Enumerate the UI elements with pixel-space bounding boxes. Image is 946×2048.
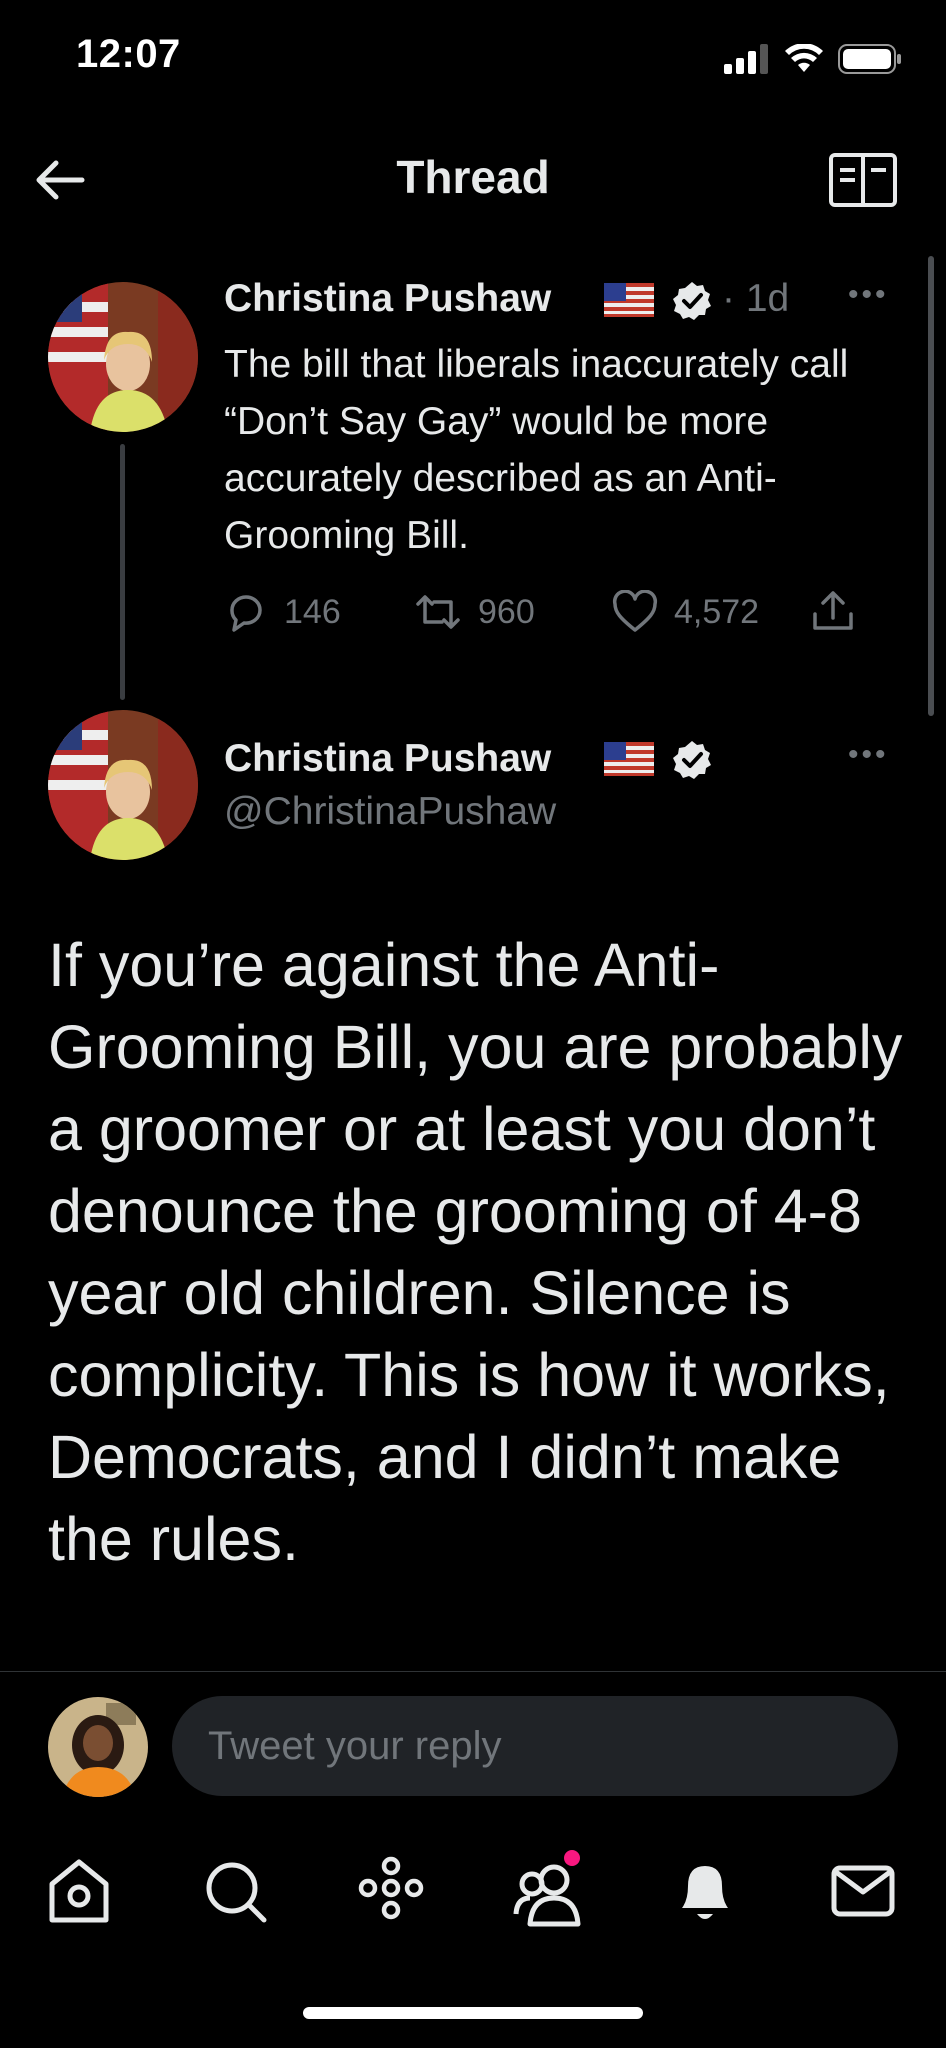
status-icons xyxy=(724,40,902,78)
reply-input[interactable]: Tweet your reply xyxy=(172,1696,898,1796)
more-options-icon[interactable]: ••• xyxy=(848,278,889,312)
communities-icon[interactable] xyxy=(512,1850,588,1930)
retweet-count: 960 xyxy=(478,592,535,631)
page-title: Thread xyxy=(396,151,550,203)
scrollbar[interactable] xyxy=(928,256,934,716)
divider xyxy=(0,1671,946,1672)
status-time: 12:07 xyxy=(76,32,181,76)
like-button[interactable]: 4,572 xyxy=(612,588,759,636)
reply-icon xyxy=(230,595,262,632)
thread-connector xyxy=(120,444,125,700)
tweet-actions: 146 960 4,572 xyxy=(224,588,864,636)
us-flag-icon xyxy=(604,283,654,317)
reply-button[interactable]: 146 xyxy=(224,588,341,636)
cellular-signal-icon xyxy=(724,44,768,74)
reply-count: 146 xyxy=(284,592,341,631)
avatar[interactable] xyxy=(48,710,198,860)
current-user-avatar[interactable] xyxy=(48,1697,148,1797)
heart-icon xyxy=(612,590,658,632)
tweet-author-name[interactable]: Christina Pushaw xyxy=(224,277,551,321)
reader-mode-icon[interactable] xyxy=(828,152,898,208)
us-flag-icon xyxy=(604,742,654,776)
notifications-icon[interactable] xyxy=(670,1850,740,1930)
tweet-text: The bill that liberals inaccurately call… xyxy=(224,343,849,557)
search-icon[interactable] xyxy=(200,1850,270,1930)
wifi-icon xyxy=(785,44,823,72)
retweet-button[interactable]: 960 xyxy=(414,588,535,636)
messages-icon[interactable] xyxy=(828,1850,898,1930)
home-indicator[interactable] xyxy=(303,2007,643,2019)
verified-badge-icon xyxy=(673,741,711,779)
retweet-icon xyxy=(416,595,460,629)
tweet-timestamp[interactable]: · 1d xyxy=(722,277,789,321)
avatar[interactable] xyxy=(48,282,198,432)
spaces-icon[interactable] xyxy=(356,1850,426,1930)
tweet-author-name[interactable]: Christina Pushaw xyxy=(224,737,551,781)
notification-dot xyxy=(564,1850,580,1866)
home-icon[interactable] xyxy=(44,1850,114,1930)
tab-bar xyxy=(0,1850,946,1950)
tweet-handle[interactable]: @ChristinaPushaw xyxy=(224,790,556,834)
like-count: 4,572 xyxy=(674,592,760,631)
share-icon[interactable] xyxy=(810,588,856,634)
main-tweet-text: If you’re against the Anti-Grooming Bill… xyxy=(48,931,903,1573)
more-options-icon[interactable]: ••• xyxy=(848,738,889,772)
battery-icon xyxy=(838,44,901,74)
verified-badge-icon xyxy=(673,282,711,320)
